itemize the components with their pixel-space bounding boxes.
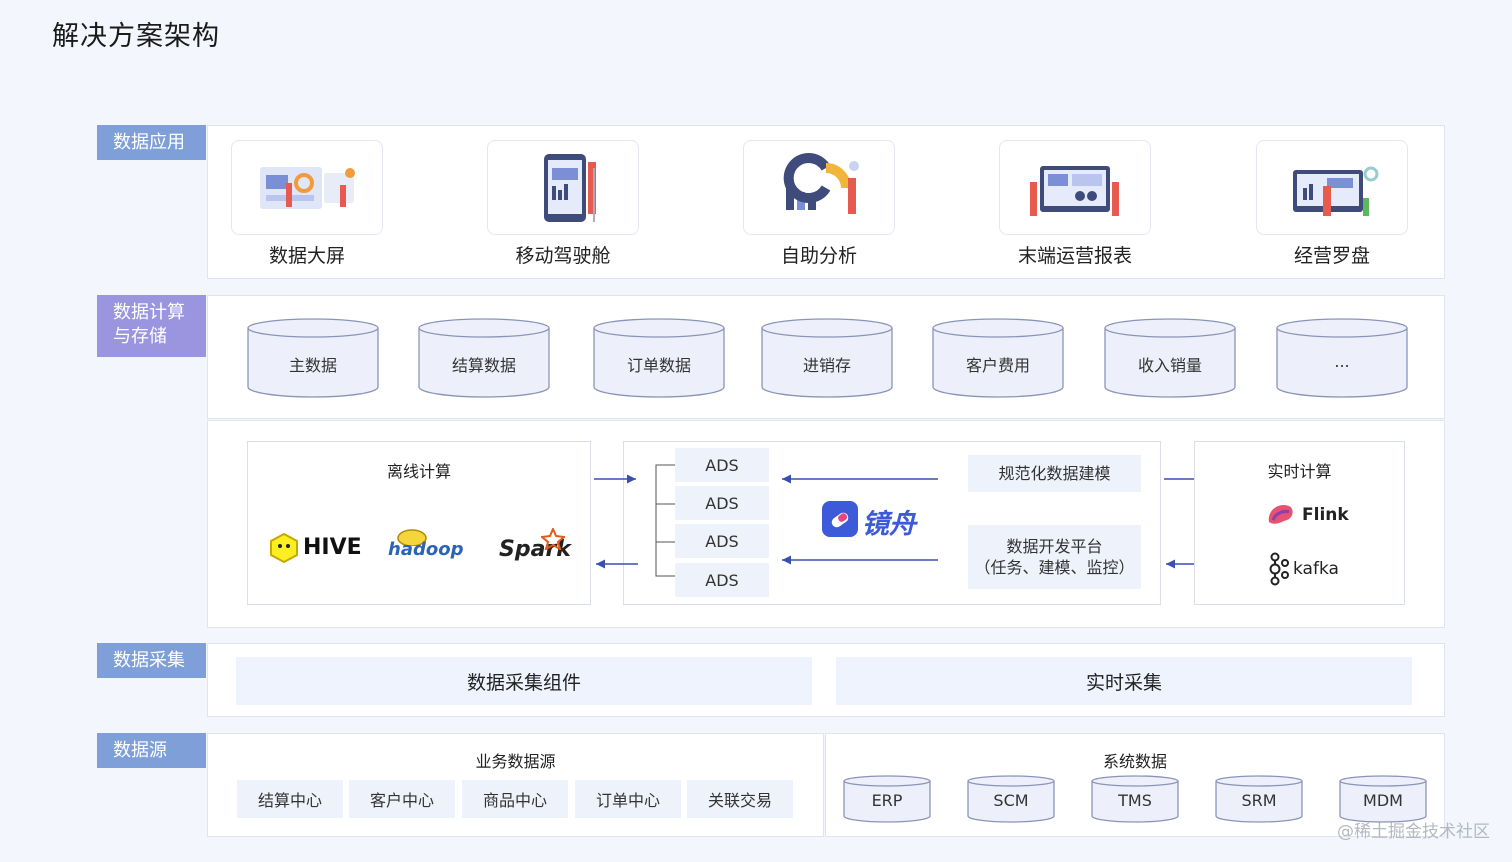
system-source-cylinder: ERP	[843, 775, 931, 823]
app-item-business-compass[interactable]: 经营罗盘	[1256, 140, 1408, 268]
dev-platform-line2: （任务、建模、监控）	[974, 558, 1135, 577]
hive-logo-icon	[267, 532, 301, 568]
system-source-cylinder: TMS	[1091, 775, 1179, 823]
system-source-cylinder: SRM	[1215, 775, 1303, 823]
modeling-label: 规范化数据建模	[998, 464, 1111, 483]
dashboard-illustration-icon	[231, 140, 383, 235]
ads-block: ADS	[675, 486, 769, 520]
ads-block: ADS	[675, 563, 769, 597]
dev-platform-block: 数据开发平台 （任务、建模、监控）	[968, 525, 1141, 589]
storage-cylinder-label: 结算数据	[451, 356, 516, 375]
storage-cylinder: 收入销量	[1104, 318, 1236, 398]
realtime-collection: 实时采集	[836, 657, 1412, 705]
modeling-block: 规范化数据建模	[968, 455, 1141, 492]
ads-block: ADS	[675, 524, 769, 558]
hive-logo-text: HIVE	[303, 535, 362, 560]
app-label: 经营罗盘	[1293, 245, 1370, 267]
business-source-item: 商品中心	[462, 780, 568, 818]
business-compass-illustration-icon	[1256, 140, 1408, 235]
flink-logo-text: Flink	[1302, 505, 1349, 525]
engine-arrows	[782, 474, 938, 565]
page-title: 解决方案架构	[52, 21, 220, 52]
mobile-cockpit-illustration-icon	[487, 140, 639, 235]
system-source-cylinder: SCM	[967, 775, 1055, 823]
layer-tag-app: 数据应用	[97, 125, 206, 160]
collection-component: 数据采集组件	[236, 657, 812, 705]
business-source-item: 订单中心	[575, 780, 681, 818]
app-label: 自助分析	[780, 245, 857, 267]
realtime-compute-title: 实时计算	[1267, 462, 1332, 481]
app-item-terminal-report[interactable]: 末端运营报表	[999, 140, 1151, 268]
system-source-cylinder-label: ERP	[871, 791, 903, 810]
app-label: 数据大屏	[268, 245, 345, 267]
storage-cylinder: 客户费用	[932, 318, 1064, 398]
realtime-compute-box: 实时计算	[1194, 441, 1405, 605]
layer-tag-source: 数据源	[97, 733, 206, 768]
storage-cylinder: 结算数据	[418, 318, 550, 398]
storage-cylinder-label: 客户费用	[965, 356, 1030, 375]
self-analysis-illustration-icon	[743, 140, 895, 235]
app-item-self-analysis[interactable]: 自助分析	[743, 140, 895, 268]
dev-platform-line1: 数据开发平台	[1006, 537, 1103, 556]
kafka-logo-icon	[1267, 552, 1289, 590]
layer-tag-compute: 数据计算 与存储	[97, 295, 206, 357]
storage-cylinder: 进销存	[761, 318, 893, 398]
storage-cylinder-label: 订单数据	[626, 356, 691, 375]
system-source-cylinder-label: SRM	[1241, 791, 1277, 810]
layer-tag-collect: 数据采集	[97, 643, 206, 678]
business-source-item: 关联交易	[687, 780, 793, 818]
ads-block: ADS	[675, 448, 769, 482]
system-source-title: 系统数据	[1102, 752, 1167, 771]
app-label: 末端运营报表	[1017, 245, 1132, 267]
flink-squirrel-icon	[1265, 500, 1297, 532]
storage-cylinder-label: 进销存	[802, 356, 851, 375]
storage-cylinder-label: 收入销量	[1137, 356, 1202, 375]
offline-compute-title: 离线计算	[386, 462, 451, 481]
spark-star-icon	[539, 526, 567, 554]
storage-cylinder: 主数据	[247, 318, 379, 398]
storage-cylinder-label: ...	[1334, 352, 1350, 371]
terminal-report-illustration-icon	[999, 140, 1151, 235]
business-source-item: 结算中心	[237, 780, 343, 818]
storage-cylinder: 订单数据	[593, 318, 725, 398]
app-item-mobile-cockpit[interactable]: 移动驾驶舱	[487, 140, 639, 268]
app-item-dashboard[interactable]: 数据大屏	[231, 140, 383, 268]
system-source-cylinder-label: SCM	[993, 791, 1029, 810]
kafka-logo-text: kafka	[1293, 559, 1339, 579]
app-label: 移动驾驶舱	[515, 245, 611, 267]
system-source-cylinder-label: MDM	[1363, 791, 1403, 810]
business-source-title: 业务数据源	[475, 752, 556, 771]
storage-cylinder: ...	[1276, 318, 1408, 398]
offline-arrows	[594, 474, 638, 569]
offline-compute-box: 离线计算	[247, 441, 591, 605]
system-source-cylinder-label: TMS	[1118, 791, 1152, 810]
storage-cylinder-label: 主数据	[288, 356, 337, 375]
system-source-cylinder: MDM	[1339, 775, 1427, 823]
hadoop-logo-text: hadoop	[388, 539, 464, 560]
business-source-item: 客户中心	[349, 780, 455, 818]
